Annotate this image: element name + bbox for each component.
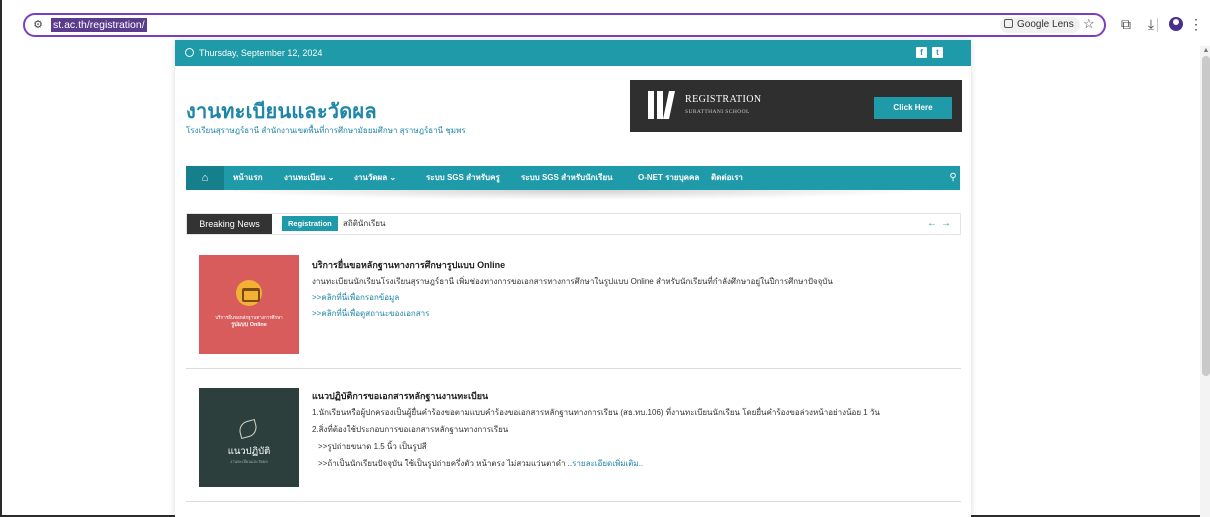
nav-shadow bbox=[215, 190, 935, 200]
site-info-icon[interactable]: ⚙ bbox=[29, 17, 47, 33]
post-line: >>รูปถ่ายขนาด 1.5 นิ้ว เป็นรูปสี bbox=[318, 442, 427, 451]
nav-item-registration[interactable]: งานทะเบียน ⌄ bbox=[284, 166, 334, 190]
document-status-link[interactable]: >>คลิกที่นี่เพื่อดูสถานะของเอกสาร bbox=[312, 307, 429, 320]
thumbnail-subtitle: งานทะเบียนและวัดผล bbox=[230, 459, 268, 464]
menu-kebab-icon[interactable]: ⋮ bbox=[1189, 15, 1203, 33]
nav-item-home[interactable]: หน้าแรก bbox=[233, 166, 263, 190]
post-divider bbox=[186, 368, 961, 369]
breaking-news-label: Breaking News bbox=[187, 214, 272, 234]
book-badge-icon bbox=[236, 280, 262, 306]
banner-subtitle: SURATTHANI SCHOOL bbox=[685, 109, 750, 115]
clock-icon bbox=[185, 48, 194, 57]
banner-title: REGISTRATION bbox=[685, 94, 762, 105]
google-lens-button[interactable]: Google Lens bbox=[1000, 17, 1080, 33]
news-tag[interactable]: Registration bbox=[282, 216, 338, 231]
breaking-news-bar: Breaking News Registration สถิตินักเรียน… bbox=[186, 213, 961, 235]
post-title[interactable]: แนวปฏิบัติการขอเอกสารหลักฐานงานทะเบียน bbox=[312, 389, 488, 403]
read-more-link[interactable]: รายละเอียดเพิ่มเติม.. bbox=[572, 459, 643, 468]
nav-item-sgs-teacher[interactable]: ระบบ SGS สำหรับครู bbox=[426, 166, 500, 190]
download-icon[interactable]: ⤓ bbox=[1142, 15, 1160, 33]
main-nav: ⌂ หน้าแรก งานทะเบียน ⌄ งานวัดผล ⌄ ระบบ S… bbox=[186, 166, 960, 190]
click-here-button[interactable]: Click Here bbox=[874, 97, 952, 119]
url-text[interactable]: st.ac.th/registration/ bbox=[51, 18, 147, 32]
leaf-logo-icon bbox=[237, 418, 259, 440]
nav-item-assessment[interactable]: งานวัดผล ⌄ bbox=[354, 166, 396, 190]
post-excerpt: งานทะเบียนนักเรียนโรงเรียนสุราษฎร์ธานี เ… bbox=[312, 277, 833, 286]
lens-icon bbox=[1004, 19, 1013, 28]
thumbnail-caption-online: รูปแบบ Online bbox=[231, 322, 267, 328]
web-page: Thursday, September 12, 2024 f t งานทะเบ… bbox=[175, 40, 971, 517]
site-title[interactable]: งานทะเบียนและวัดผล bbox=[186, 95, 377, 127]
profile-avatar-icon[interactable] bbox=[1169, 17, 1183, 31]
bookmark-star-icon[interactable]: ☆ bbox=[1083, 16, 1095, 32]
post-divider bbox=[186, 501, 961, 502]
thumbnail-title: แนวปฏิบัติ bbox=[227, 446, 271, 457]
search-icon[interactable]: ⚲ bbox=[946, 166, 960, 190]
browser-window: ⚙ st.ac.th/registration/ Google Lens ☆ ⧉… bbox=[0, 0, 1210, 517]
scroll-up-arrow-icon[interactable]: ▲ bbox=[1202, 47, 1210, 55]
registration-banner: REGISTRATION SURATTHANI SCHOOL Click Her… bbox=[630, 80, 962, 132]
site-subtitle: โรงเรียนสุราษฎร์ธานี สำนักงานเขตพื้นที่ก… bbox=[186, 126, 466, 135]
news-headline[interactable]: สถิตินักเรียน bbox=[343, 214, 385, 234]
fill-form-link[interactable]: >>คลิกที่นี่เพื่อกรอกข้อมูล bbox=[312, 291, 399, 304]
nav-item-contact[interactable]: ติดต่อเรา bbox=[711, 166, 743, 190]
news-next-arrow-icon[interactable]: → bbox=[941, 214, 951, 234]
nav-item-sgs-student[interactable]: ระบบ SGS สำหรับนักเรียน bbox=[521, 166, 613, 190]
twitter-icon[interactable]: t bbox=[932, 47, 943, 58]
address-bar[interactable]: ⚙ st.ac.th/registration/ Google Lens ☆ bbox=[23, 13, 1106, 37]
post-line: 2.สิ่งที่ต้องใช้ประกอบการขอเอกสารหลักฐาน… bbox=[312, 425, 509, 434]
post-title[interactable]: บริการยื่นขอหลักฐานทางการศึกษารูปแบบ Onl… bbox=[312, 258, 505, 272]
post-line: 1.นักเรียนหรือผู้ปกครองเป็นผู้ยื่นคำร้อง… bbox=[312, 408, 880, 417]
post-line-with-link: >>ถ้าเป็นนักเรียนปัจจุบัน ใช้เป็นรูปถ่าย… bbox=[318, 457, 643, 470]
extensions-icon[interactable]: ⧉ bbox=[1117, 15, 1135, 33]
facebook-icon[interactable]: f bbox=[916, 47, 927, 58]
post-thumbnail[interactable]: แนวปฏิบัติ งานทะเบียนและวัดผล bbox=[199, 388, 299, 487]
home-icon[interactable]: ⌂ bbox=[186, 166, 224, 190]
thumbnail-caption: บริการยื่นขอหลักฐานทางการศึกษา bbox=[215, 315, 283, 320]
books-logo-icon bbox=[648, 91, 675, 119]
top-date-bar: Thursday, September 12, 2024 f t bbox=[175, 40, 971, 66]
nav-item-onet[interactable]: O-NET รายบุคคล bbox=[638, 166, 699, 190]
post-line-text: >>ถ้าเป็นนักเรียนปัจจุบัน ใช้เป็นรูปถ่าย… bbox=[318, 459, 573, 468]
post-thumbnail[interactable]: บริการยื่นขอหลักฐานทางการศึกษา รูปแบบ On… bbox=[199, 255, 299, 354]
google-lens-label: Google Lens bbox=[1017, 19, 1074, 30]
news-prev-arrow-icon[interactable]: ← bbox=[927, 214, 937, 234]
current-date: Thursday, September 12, 2024 bbox=[199, 48, 323, 58]
scrollbar-thumb[interactable] bbox=[1202, 56, 1210, 376]
